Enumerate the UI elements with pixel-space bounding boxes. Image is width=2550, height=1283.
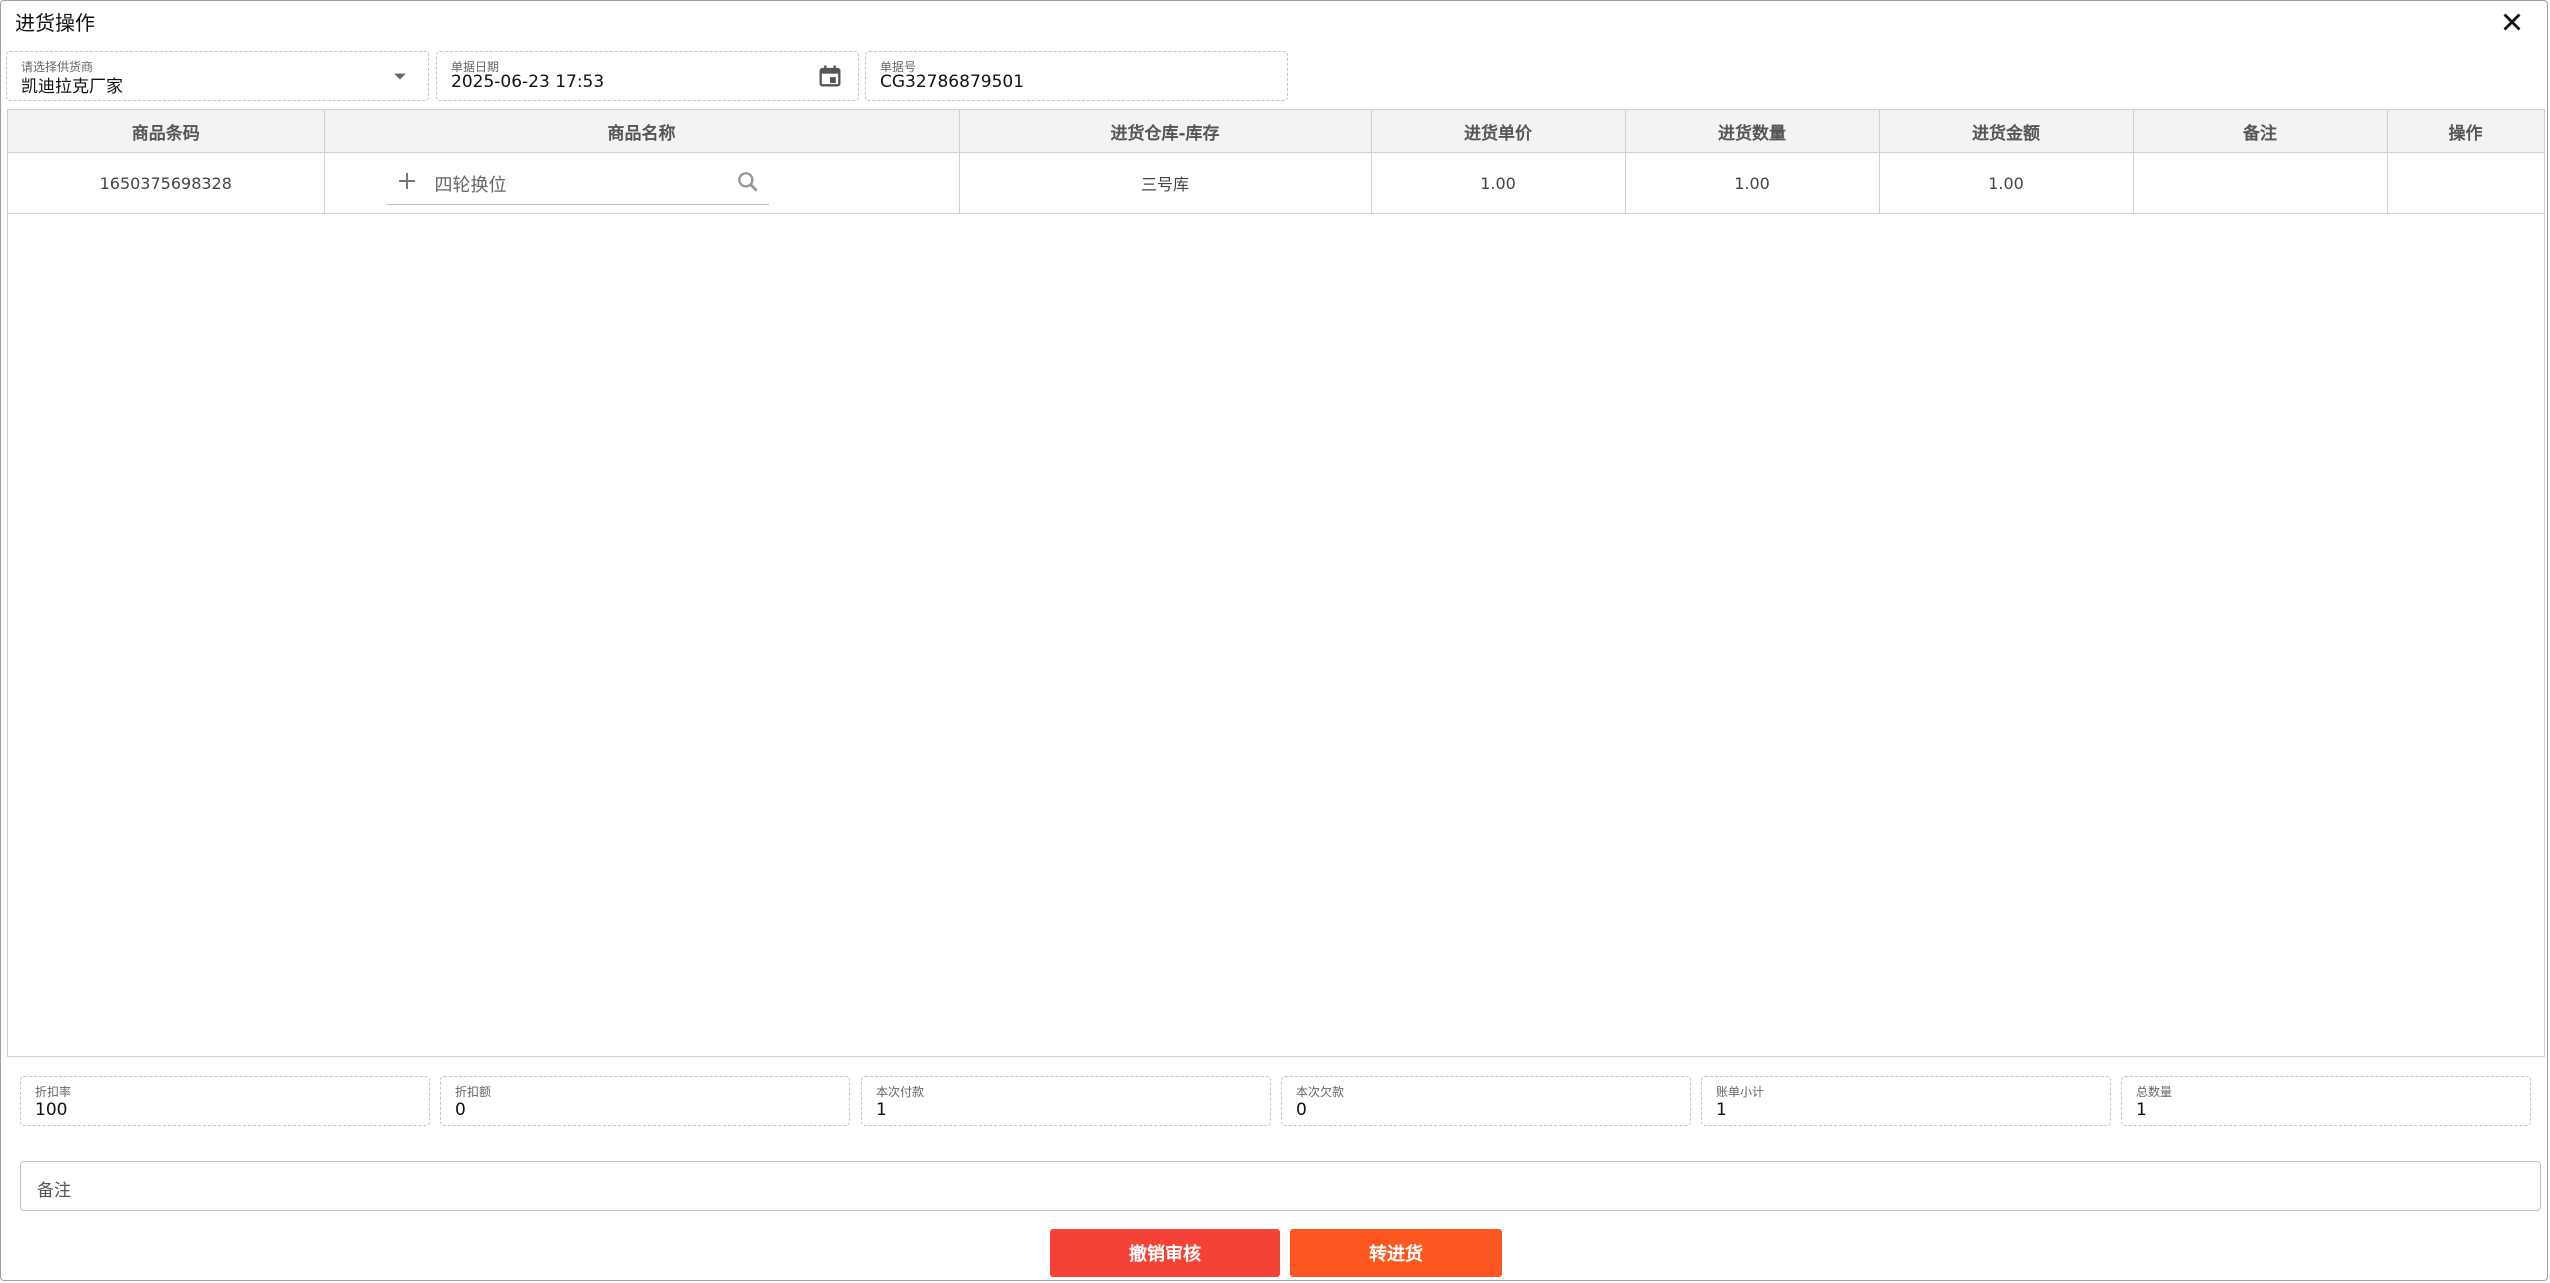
table-header-row: 商品条码 商品名称 进货仓库-库存 进货单价 进货数量 进货金额 备注 操作 [8, 110, 2545, 153]
col-amount: 进货金额 [1879, 110, 2134, 153]
purchase-dialog: 进货操作 请选择供货商 凯迪拉克厂家 单据日期 2025-06-23 17:53… [0, 0, 2548, 1281]
cell-name: 四轮换位 [324, 152, 960, 214]
cell-warehouse[interactable]: 三号库 [959, 152, 1372, 214]
discount-rate-field[interactable]: 折扣率 100 [20, 1076, 430, 1126]
cell-unit-price[interactable]: 1.00 [1371, 152, 1626, 214]
subtotal-label: 账单小计 [1716, 1085, 1765, 1099]
close-icon[interactable] [2497, 7, 2527, 37]
total-qty-field[interactable]: 总数量 1 [2121, 1076, 2531, 1126]
subtotal-value: 1 [1716, 1100, 1727, 1120]
revoke-review-button[interactable]: 撤销审核 [1050, 1229, 1280, 1277]
supplier-value: 凯迪拉克厂家 [21, 77, 123, 97]
plus-icon[interactable] [395, 169, 419, 193]
col-action: 操作 [2387, 110, 2545, 153]
cell-barcode: 1650375698328 [8, 152, 325, 214]
doc-date-value: 2025-06-23 17:53 [451, 72, 605, 92]
product-name-input[interactable]: 四轮换位 [386, 161, 769, 205]
cell-remark[interactable] [2133, 152, 2388, 214]
payment-value: 1 [876, 1100, 887, 1120]
debt-label: 本次欠款 [1296, 1085, 1345, 1099]
transfer-purchase-button[interactable]: 转进货 [1290, 1229, 1502, 1277]
cell-quantity[interactable]: 1.00 [1625, 152, 1880, 214]
remark-placeholder: 备注 [37, 1181, 71, 1201]
dialog-title: 进货操作 [15, 11, 95, 35]
doc-number-field[interactable]: 单据号 CG32786879501 [865, 51, 1288, 101]
cell-action[interactable] [2387, 152, 2545, 214]
doc-date-field[interactable]: 单据日期 2025-06-23 17:53 [436, 51, 859, 101]
calendar-icon[interactable] [816, 62, 844, 90]
remark-input[interactable]: 备注 [20, 1161, 2541, 1211]
total-qty-value: 1 [2136, 1100, 2147, 1120]
doc-number-value: CG32786879501 [880, 72, 1025, 92]
search-icon[interactable] [735, 169, 761, 195]
goods-table: 商品条码 商品名称 进货仓库-库存 进货单价 进货数量 进货金额 备注 操作 1… [7, 109, 2545, 1057]
col-quantity: 进货数量 [1625, 110, 1880, 153]
payment-label: 本次付款 [876, 1085, 925, 1099]
debt-value: 0 [1296, 1100, 1307, 1120]
supplier-select[interactable]: 请选择供货商 凯迪拉克厂家 [6, 51, 429, 101]
discount-amount-label: 折扣额 [455, 1085, 492, 1099]
discount-amount-field[interactable]: 折扣额 0 [440, 1076, 850, 1126]
col-unit-price: 进货单价 [1371, 110, 1626, 153]
col-remark: 备注 [2133, 110, 2388, 153]
discount-rate-label: 折扣率 [35, 1085, 72, 1099]
discount-rate-value: 100 [35, 1100, 68, 1120]
dropdown-icon[interactable] [386, 62, 414, 90]
subtotal-field[interactable]: 账单小计 1 [1701, 1076, 2111, 1126]
discount-amount-value: 0 [455, 1100, 466, 1120]
debt-field[interactable]: 本次欠款 0 [1281, 1076, 1691, 1126]
col-barcode: 商品条码 [8, 110, 325, 153]
table-row: 1650375698328 四轮换位 三号库 1.00 1.00 1.00 [8, 152, 2545, 214]
product-name-value: 四轮换位 [434, 175, 507, 196]
col-warehouse: 进货仓库-库存 [959, 110, 1372, 153]
col-name: 商品名称 [324, 110, 960, 153]
payment-field[interactable]: 本次付款 1 [861, 1076, 1271, 1126]
total-qty-label: 总数量 [2136, 1085, 2173, 1099]
cell-amount[interactable]: 1.00 [1879, 152, 2134, 214]
